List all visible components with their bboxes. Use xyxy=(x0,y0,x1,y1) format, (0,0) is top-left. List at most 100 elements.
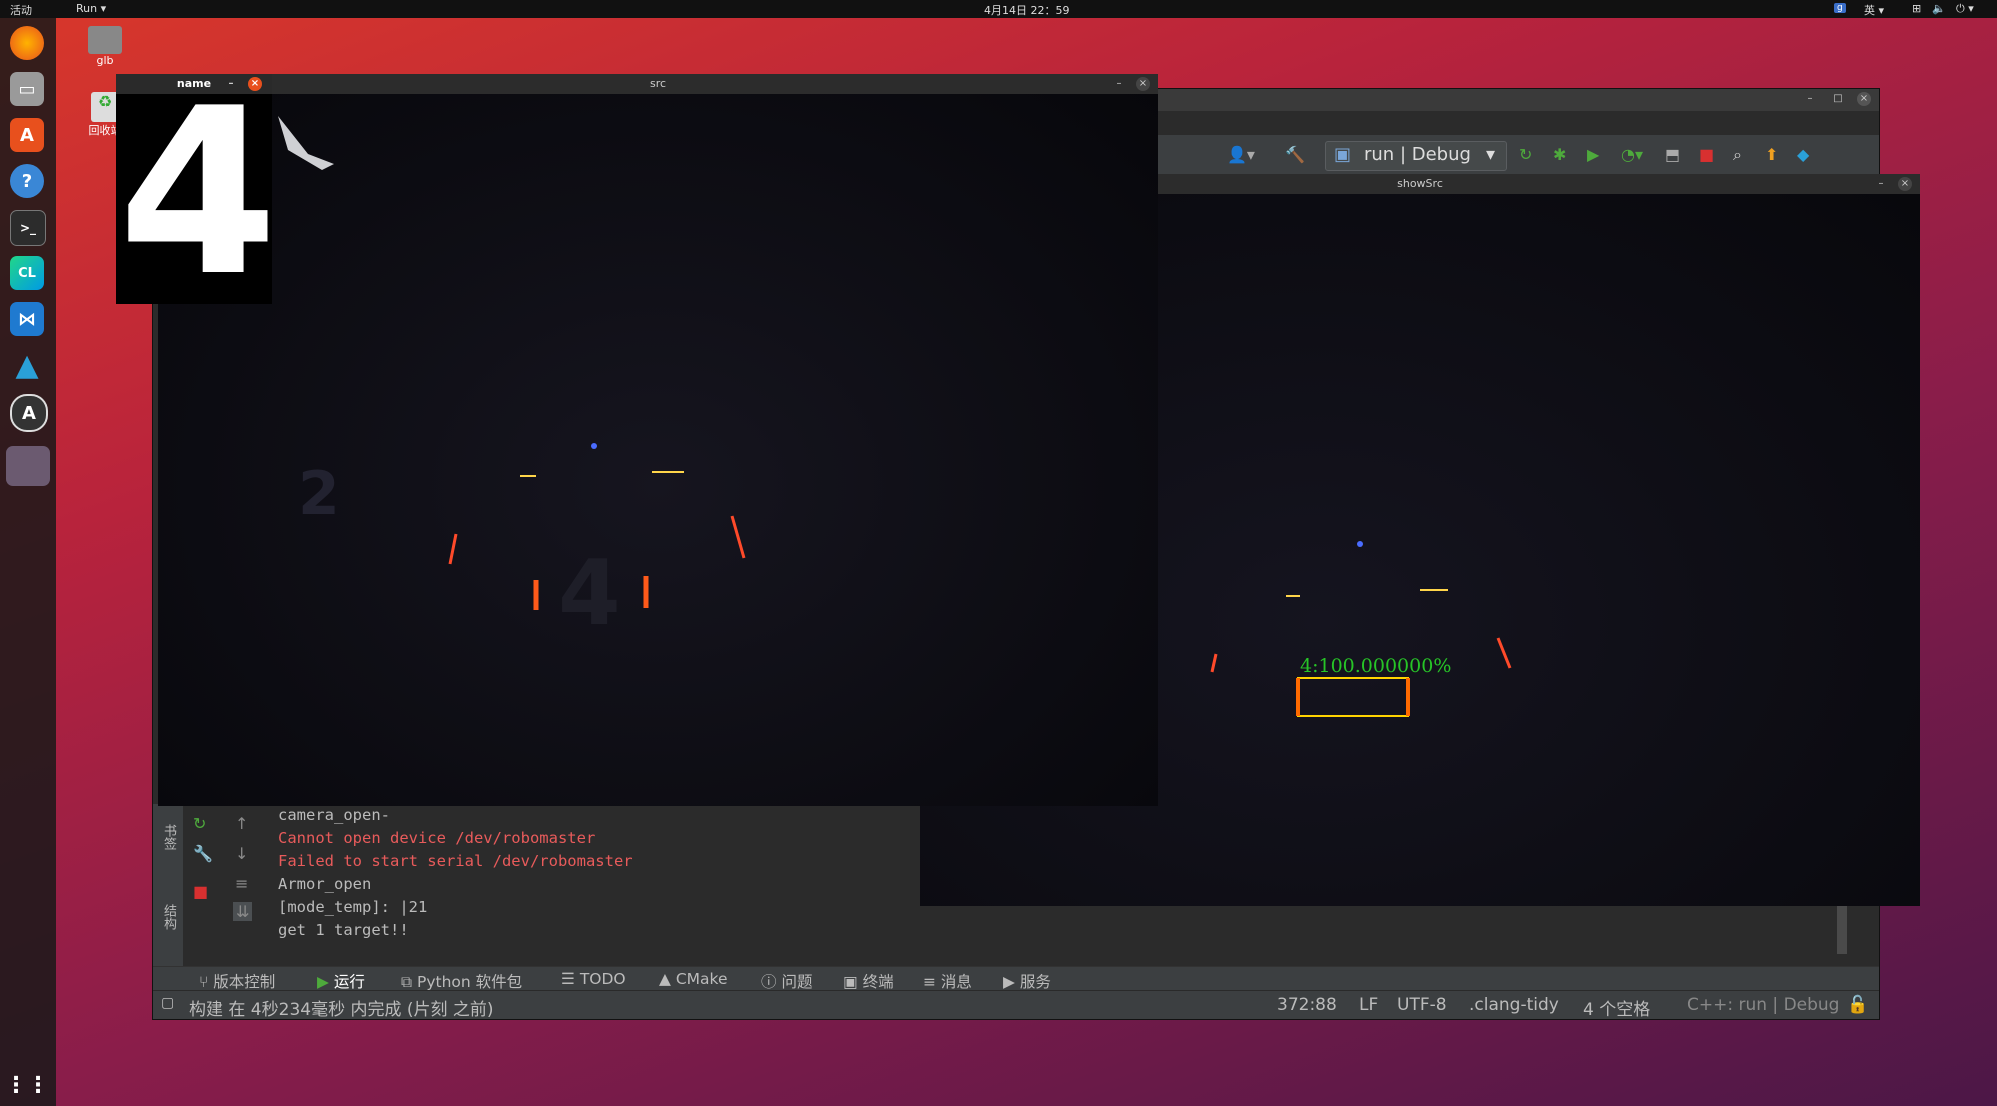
running-app-icon[interactable] xyxy=(6,446,50,486)
search-icon[interactable]: ⌕ xyxy=(1733,145,1742,165)
close-icon[interactable]: × xyxy=(1857,92,1871,106)
user-icon[interactable]: 👤▾ xyxy=(1227,145,1255,164)
app-menu[interactable]: Run ▾ xyxy=(76,2,106,15)
src-window: src – × 2 4 xyxy=(158,74,1158,806)
app-triangle-icon[interactable]: ▲ xyxy=(10,348,44,383)
build-hammer-icon[interactable]: 🔨 xyxy=(1285,145,1305,164)
blue-light xyxy=(591,443,597,449)
binary-digit-image: 4 xyxy=(116,94,272,304)
tool-tab-icon: ⑂ xyxy=(199,973,214,991)
profile-icon[interactable]: ◔▾ xyxy=(1621,145,1643,164)
terminal-icon[interactable]: >_ xyxy=(10,210,46,246)
minimize-icon[interactable]: – xyxy=(1874,177,1888,191)
home-folder-desktop-icon[interactable]: glb xyxy=(85,26,125,67)
run-config-select[interactable]: ▣ run | Debug ▾ xyxy=(1325,141,1507,171)
software-center-icon[interactable]: A xyxy=(10,118,44,152)
console-line: camera_open- xyxy=(278,806,390,824)
indicator-icon[interactable]: g xyxy=(1834,3,1846,13)
files-icon[interactable]: ▭ xyxy=(10,72,44,106)
show-apps-icon[interactable]: ⋮⋮ xyxy=(5,1068,49,1102)
tool-tab-label: 服务 xyxy=(1019,973,1051,991)
tool-tab[interactable]: ▶ 服务 xyxy=(1003,970,1051,992)
debug-bug-icon[interactable]: ✱ xyxy=(1553,145,1566,164)
console-line: Cannot open device /dev/robomaster xyxy=(278,829,596,847)
tool-tab[interactable]: ☰ TODO xyxy=(561,970,626,988)
vscode-icon[interactable]: ⋈ xyxy=(10,302,44,336)
tool-tab[interactable]: ⧉ Python 软件包 xyxy=(401,970,522,992)
rerun-icon[interactable]: ↻ xyxy=(1519,145,1532,164)
name-title: name xyxy=(176,77,212,90)
tool-tab[interactable]: ▶ 运行 xyxy=(317,970,365,992)
help-icon[interactable]: ? xyxy=(10,164,44,198)
soft-wrap-icon[interactable]: ≡ xyxy=(235,874,248,893)
input-method[interactable]: 英 ▾ xyxy=(1864,2,1884,18)
plugin-icon[interactable]: ◆ xyxy=(1797,145,1809,164)
bookmarks-tab[interactable]: 书签 xyxy=(159,824,178,850)
run-context[interactable]: C++: run | Debug xyxy=(1687,995,1839,1015)
console-output: camera_open- Cannot open device /dev/robo… xyxy=(278,804,633,942)
tool-tab[interactable]: ⓘ 问题 xyxy=(761,970,812,992)
binary-digit: 4 xyxy=(118,94,272,304)
clion-icon[interactable]: CL xyxy=(10,256,44,290)
lock-icon[interactable]: 🔓 xyxy=(1847,995,1868,1015)
scroll-up-icon[interactable]: ↑ xyxy=(235,814,248,833)
input-method-label: 英 xyxy=(1864,4,1875,17)
tool-tab[interactable]: ≡ 消息 xyxy=(923,970,972,992)
tool-tab-label: 版本控制 xyxy=(213,973,276,991)
rerun-console-icon[interactable]: ↻ xyxy=(193,814,206,833)
src-title: src xyxy=(649,77,667,90)
status-message[interactable]: 构建 在 4秒234毫秒 内完成 (片刻 之前) xyxy=(189,995,494,1020)
top-bar: 活动 Run ▾ 4月14日 22：59 g 英 ▾ ⊞ 🔈 ⏻ ▾ xyxy=(0,0,1997,18)
line-ending[interactable]: LF xyxy=(1359,995,1378,1015)
src-image: 2 4 xyxy=(158,94,1158,806)
tool-tab-label: TODO xyxy=(579,970,626,988)
console-line: Armor_open xyxy=(278,875,372,893)
stop-console-icon[interactable]: ■ xyxy=(193,882,208,901)
console-line: [mode_temp]: |21 xyxy=(278,898,428,916)
light-bar xyxy=(1496,637,1512,669)
linter-status[interactable]: .clang-tidy xyxy=(1469,995,1559,1015)
power-icon[interactable]: ⏻ ▾ xyxy=(1956,2,1974,16)
scroll-down-icon[interactable]: ↓ xyxy=(235,844,248,863)
minimize-icon[interactable]: – xyxy=(1803,92,1817,106)
minimize-icon[interactable]: – xyxy=(224,77,238,91)
maximize-icon[interactable]: □ xyxy=(1831,92,1845,106)
chevron-down-icon: ▾ xyxy=(1486,144,1496,165)
name-titlebar: name – × xyxy=(116,74,272,94)
network-icon[interactable]: ⊞ xyxy=(1912,2,1921,15)
caret-position[interactable]: 372:88 xyxy=(1277,995,1337,1015)
tool-tab-icon: ▶ xyxy=(1003,973,1020,991)
close-icon[interactable]: × xyxy=(248,77,262,91)
run-toolbar: ↻ ✱ ▶ ◔▾ ⬒ ■ ⌕ ⬆ ◆ xyxy=(1519,145,1879,175)
layout-icon[interactable]: ▢ xyxy=(161,995,174,1011)
bookmarks-label: 书签 xyxy=(161,824,176,850)
update-icon[interactable]: ⬆ xyxy=(1765,145,1778,164)
indent-setting[interactable]: 4 个空格 xyxy=(1583,995,1650,1020)
coverage-icon[interactable]: ▶ xyxy=(1587,145,1599,164)
tool-tab-icon: ☰ xyxy=(561,970,580,988)
structure-tab[interactable]: 结构 xyxy=(159,904,178,930)
clock[interactable]: 4月14日 22：59 xyxy=(984,2,1070,18)
close-icon[interactable]: × xyxy=(1898,177,1912,191)
showsrc-title: showSrc xyxy=(1397,177,1443,190)
minimize-icon[interactable]: – xyxy=(1112,77,1126,91)
tool-tab-label: 消息 xyxy=(940,973,972,991)
scroll-to-end-icon[interactable]: ⇊ xyxy=(233,902,253,921)
tool-tab[interactable]: ▲ CMake xyxy=(659,970,728,988)
console-line: Failed to start serial /dev/robomaster xyxy=(278,852,633,870)
activities-button[interactable]: 活动 xyxy=(10,2,32,18)
tool-tab-icon: ⧉ xyxy=(401,973,417,991)
file-encoding[interactable]: UTF-8 xyxy=(1397,995,1447,1015)
close-icon[interactable]: × xyxy=(1136,77,1150,91)
tool-tab-icon: ⓘ xyxy=(761,973,782,991)
tool-tab-icon: ▲ xyxy=(659,970,676,988)
firefox-icon[interactable] xyxy=(10,26,44,60)
tool-tab[interactable]: ▣ 终端 xyxy=(843,970,894,992)
attach-icon[interactable]: ⬒ xyxy=(1665,145,1680,164)
tool-tab[interactable]: ⑂ 版本控制 xyxy=(199,970,275,992)
wrench-icon[interactable]: 🔧 xyxy=(193,844,213,863)
stop-icon[interactable]: ■ xyxy=(1699,145,1714,164)
app-a-icon[interactable]: A xyxy=(10,394,48,432)
tool-tab-icon: ▶ xyxy=(317,973,334,991)
volume-icon[interactable]: 🔈 xyxy=(1932,2,1946,15)
